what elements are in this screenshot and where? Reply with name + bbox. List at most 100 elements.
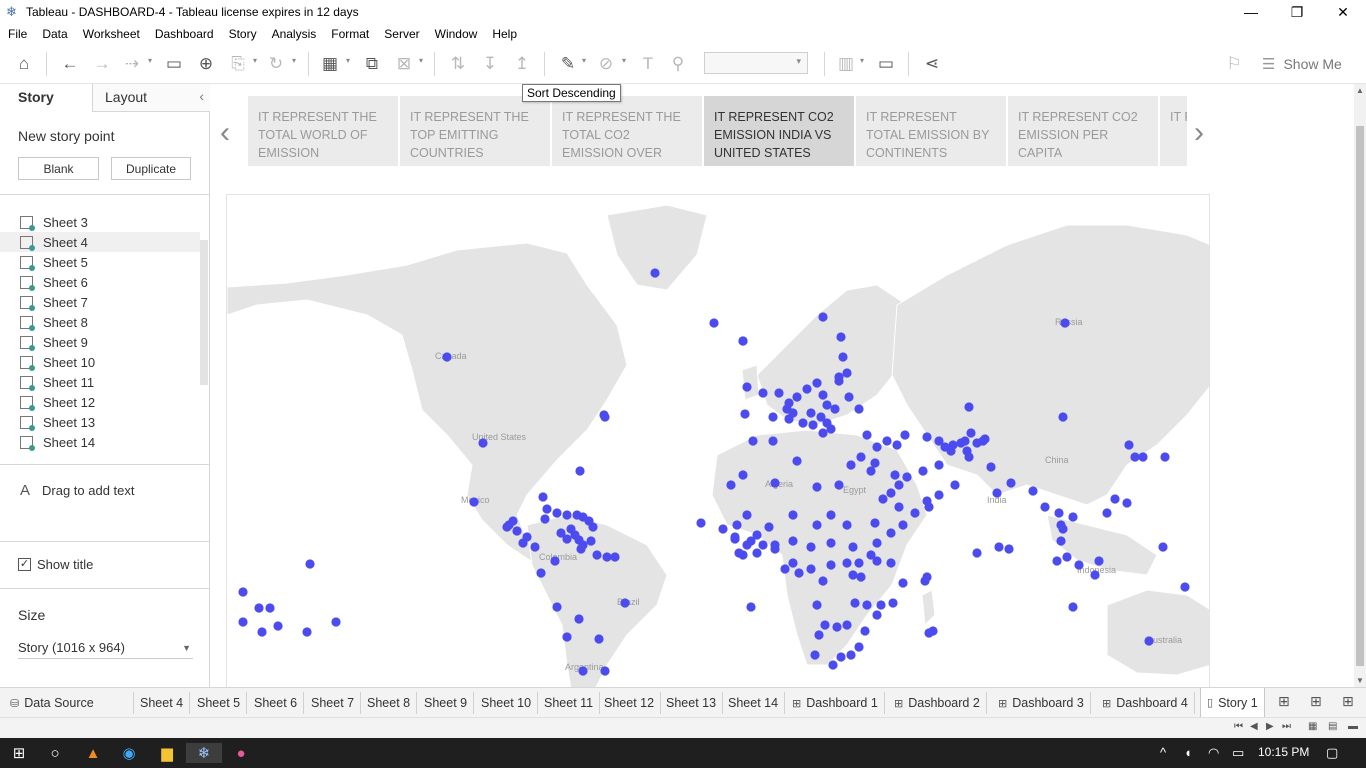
windows-start-icon[interactable]: ⊞ [8, 743, 30, 763]
pause-updates-icon[interactable]: ⎘ [226, 53, 250, 75]
country-marker[interactable] [1180, 582, 1190, 592]
search-icon[interactable]: ○ [44, 743, 66, 763]
country-marker[interactable] [838, 352, 848, 362]
tab-story[interactable]: Story [0, 84, 92, 112]
country-marker[interactable] [818, 312, 828, 322]
sheet-list-item[interactable]: Sheet 12 [0, 392, 200, 412]
sheet-list-item[interactable]: Sheet 7 [0, 292, 200, 312]
country-marker[interactable] [478, 438, 488, 448]
country-marker[interactable] [1056, 536, 1066, 546]
country-marker[interactable] [784, 414, 794, 424]
menu-data[interactable]: Data [42, 27, 67, 41]
country-marker[interactable] [886, 488, 896, 498]
country-marker[interactable] [798, 418, 808, 428]
country-marker[interactable] [1074, 560, 1084, 570]
country-marker[interactable] [836, 332, 846, 342]
presentation-mode-icon[interactable]: ▭ [874, 53, 898, 75]
tab-sheet[interactable]: Sheet 7 [305, 692, 362, 714]
sheet-list-item[interactable]: Sheet 4 [0, 232, 200, 252]
country-marker[interactable] [540, 514, 550, 524]
prev-tab-icon[interactable]: ◀ [1250, 721, 1258, 732]
country-marker[interactable] [331, 617, 341, 627]
country-marker[interactable] [602, 552, 612, 562]
restore-button[interactable]: ❐ [1274, 0, 1320, 24]
show-cards-caret-icon[interactable]: ▾ [860, 56, 864, 65]
country-marker[interactable] [886, 558, 896, 568]
next-tab-icon[interactable]: ▶ [1266, 721, 1274, 732]
country-marker[interactable] [826, 510, 836, 520]
country-marker[interactable] [1006, 478, 1016, 488]
country-marker[interactable] [846, 460, 856, 470]
country-marker[interactable] [696, 518, 706, 528]
tab-sheet[interactable]: Sheet 14 [722, 692, 786, 714]
tab-layout[interactable]: Layout ‹ [92, 84, 210, 112]
story-point[interactable]: IT REPRESENT CO2 EMISSION PER CAPITA [1008, 96, 1158, 166]
country-marker[interactable] [924, 628, 934, 638]
country-marker[interactable] [788, 510, 798, 520]
country-marker[interactable] [972, 548, 982, 558]
vlc-icon[interactable]: ▲ [82, 743, 104, 763]
sort-descending-icon[interactable]: ↥ [510, 53, 534, 75]
tab-dashboard[interactable]: ⊞ Dashboard 3 [992, 692, 1091, 714]
tab-sheet[interactable]: Sheet 9 [418, 692, 475, 714]
show-title-checkbox[interactable]: ✓ Show title [18, 557, 93, 572]
tabs-view-icon[interactable]: ▬ [1348, 721, 1358, 732]
blank-button[interactable]: Blank [18, 157, 99, 180]
country-marker[interactable] [764, 522, 774, 532]
undo-icon[interactable]: ← [58, 53, 82, 75]
menu-file[interactable]: File [8, 27, 27, 41]
clear-icon[interactable]: ⊠ [392, 53, 416, 75]
app-drop-icon[interactable]: ● [230, 743, 252, 763]
country-marker[interactable] [876, 600, 886, 610]
country-marker[interactable] [862, 430, 872, 440]
edge-icon[interactable]: ◉ [118, 743, 140, 763]
country-marker[interactable] [738, 470, 748, 480]
country-marker[interactable] [842, 620, 852, 630]
country-marker[interactable] [806, 408, 816, 418]
sheet-list-item[interactable]: Sheet 11 [0, 372, 200, 392]
country-marker[interactable] [746, 602, 756, 612]
story-point[interactable]: IT REPRESENT TOTAL EMISSION BY CONTINENT… [856, 96, 1006, 166]
country-marker[interactable] [872, 538, 882, 548]
country-marker[interactable] [502, 522, 512, 532]
collapse-pane-icon[interactable]: ‹ [199, 88, 204, 104]
country-marker[interactable] [788, 558, 798, 568]
country-marker[interactable] [238, 587, 248, 597]
new-dashboard-tab-icon[interactable]: ⊞ [1310, 693, 1322, 710]
country-marker[interactable] [848, 542, 858, 552]
country-marker[interactable] [542, 504, 552, 514]
notification-icon[interactable]: ▢ [1326, 745, 1338, 761]
country-marker[interactable] [826, 538, 836, 548]
country-marker[interactable] [1090, 570, 1100, 580]
country-marker[interactable] [788, 536, 798, 546]
country-marker[interactable] [850, 598, 860, 608]
tab-sheet[interactable]: Sheet 6 [248, 692, 305, 714]
country-marker[interactable] [758, 540, 768, 550]
country-marker[interactable] [964, 402, 974, 412]
country-marker[interactable] [812, 482, 822, 492]
sheet-list-item[interactable]: Sheet 8 [0, 312, 200, 332]
show-cards-icon[interactable]: ▥ [834, 53, 858, 75]
new-data-source-icon[interactable]: ⊕ [194, 53, 218, 75]
country-marker[interactable] [854, 558, 864, 568]
country-marker[interactable] [1122, 498, 1132, 508]
tab-dashboard[interactable]: ⊞ Dashboard 1 [786, 692, 885, 714]
country-marker[interactable] [536, 568, 546, 578]
country-marker[interactable] [900, 430, 910, 440]
country-marker[interactable] [898, 578, 908, 588]
story-point[interactable]: IT REPRESENT THE TOTAL CO2 EMISSION OVER… [552, 96, 702, 166]
country-marker[interactable] [870, 458, 880, 468]
country-marker[interactable] [818, 428, 828, 438]
country-marker[interactable] [946, 446, 956, 456]
menu-window[interactable]: Window [435, 27, 478, 41]
next-story-point-icon[interactable]: › [1194, 116, 1204, 150]
tab-sheet[interactable]: Sheet 5 [191, 692, 248, 714]
tab-sheet[interactable]: Sheet 10 [475, 692, 539, 714]
country-marker[interactable] [469, 497, 479, 507]
country-marker[interactable] [910, 508, 920, 518]
sheet-sorter-icon[interactable]: ▦ [1308, 721, 1317, 732]
sheet-list-item[interactable]: Sheet 5 [0, 252, 200, 272]
tab-story-active[interactable]: ▯ Story 1 [1200, 688, 1265, 718]
close-button[interactable]: ✕ [1320, 0, 1366, 24]
menu-help[interactable]: Help [492, 27, 517, 41]
